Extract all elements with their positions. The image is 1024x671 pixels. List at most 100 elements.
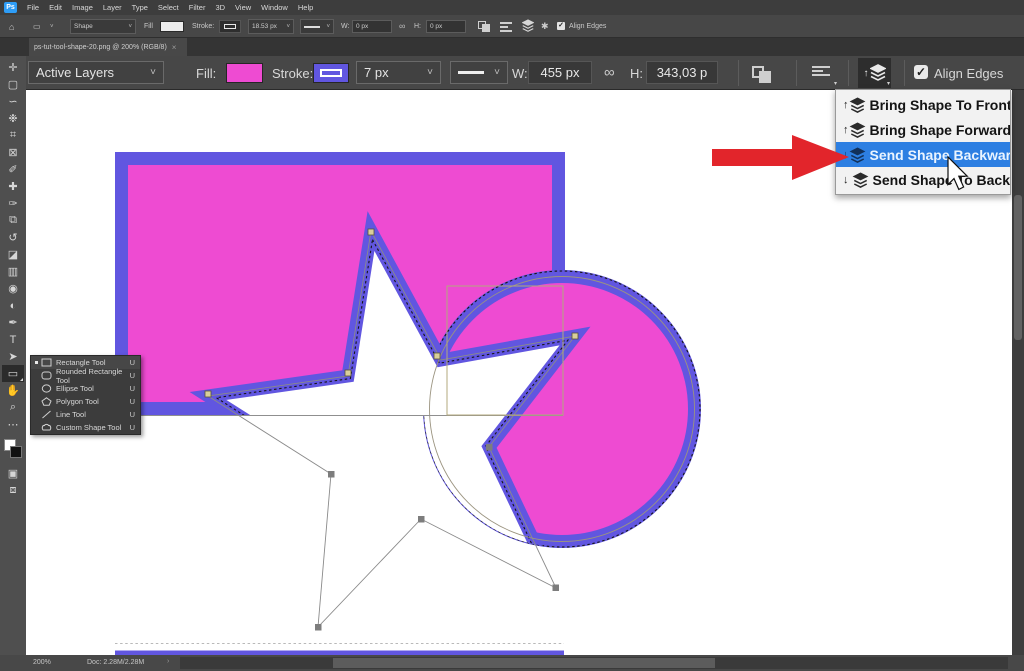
frame-tool[interactable]: ⊠ [2, 144, 24, 161]
menu-item-bring-shape-to-front[interactable]: ↑ Bring Shape To Front [836, 92, 1010, 117]
shortcut-key: U [130, 358, 135, 367]
gradient-tool[interactable]: ▥ [2, 263, 24, 280]
shape-width-field[interactable]: 455 px [528, 61, 592, 84]
stroke-label: Stroke: [272, 66, 313, 81]
quick-mask-button[interactable]: ▣ [2, 465, 24, 482]
menu-item-bring-shape-forward[interactable]: ↑ Bring Shape Forward [836, 117, 1010, 142]
tool-preset-icon[interactable]: ▭ [33, 22, 41, 31]
active-layers-select[interactable]: Active Layers ˅ [28, 61, 164, 84]
menu-layer[interactable]: Layer [103, 3, 122, 12]
color-swatches[interactable] [2, 439, 24, 461]
crop-tool[interactable]: ⌗ [2, 127, 24, 144]
up-arrow-icon: ↑ [864, 68, 869, 79]
chevron-down-icon: ˅ [486, 67, 500, 78]
flyout-polygon-tool[interactable]: Polygon Tool U [31, 395, 140, 408]
stroke-type-select[interactable]: ˅ [300, 19, 334, 34]
flyout-rounded-rectangle-tool[interactable]: Rounded Rectangle Tool U [31, 369, 140, 382]
close-tab-icon[interactable]: × [172, 43, 177, 52]
quick-select-tool[interactable]: ❉ [2, 110, 24, 127]
menu-filter[interactable]: Filter [189, 3, 206, 12]
pen-tool[interactable]: ✒ [2, 314, 24, 331]
menu-3d[interactable]: 3D [215, 3, 225, 12]
menu-type[interactable]: Type [132, 3, 148, 12]
eraser-tool[interactable]: ◪ [2, 246, 24, 263]
path-alignment-icon[interactable] [812, 66, 830, 78]
align-edges-checkbox[interactable]: ✓ [914, 65, 928, 79]
menu-item-send-shape-backward[interactable]: ↓ Send Shape Backward [836, 142, 1010, 167]
arrange-shape-menu: ↑ Bring Shape To Front ↑ Bring Shape For… [835, 89, 1011, 195]
stroke-type-select[interactable]: ˅ [450, 61, 508, 84]
lasso-tool[interactable]: ∽ [2, 93, 24, 110]
flyout-line-tool[interactable]: Line Tool U [31, 408, 140, 421]
stroke-swatch[interactable] [313, 63, 349, 83]
type-tool[interactable]: T [2, 331, 24, 348]
lasso-icon: ∽ [8, 95, 17, 108]
rectangle-tool[interactable]: ▭ [2, 365, 24, 382]
path-arrangement-icon[interactable] [522, 19, 534, 35]
healing-tool[interactable]: ✚ [2, 178, 24, 195]
document-tab[interactable]: ps-tut-tool-shape-20.png @ 200% (RGB/8) … [29, 38, 187, 56]
horizontal-scrollbar[interactable] [180, 657, 1008, 669]
stroke-width-select[interactable]: 18.53 px˅ [248, 19, 294, 34]
more-tools[interactable]: ⋯ [2, 416, 24, 433]
zoom-level[interactable]: 200% [33, 659, 51, 666]
vertical-scrollbar[interactable] [1012, 90, 1024, 655]
hand-tool[interactable]: ✋ [2, 382, 24, 399]
vertical-scrollbar-thumb[interactable] [1014, 195, 1022, 340]
home-icon[interactable]: ⌂ [9, 22, 14, 32]
menu-select[interactable]: Select [158, 3, 179, 12]
horizontal-scrollbar-thumb[interactable] [333, 658, 715, 668]
menu-edit[interactable]: Edit [49, 3, 62, 12]
link-dimensions-icon[interactable]: ∞ [399, 21, 405, 31]
crop-icon: ⌗ [10, 129, 16, 142]
menu-image[interactable]: Image [72, 3, 93, 12]
menu-file[interactable]: File [27, 3, 39, 12]
fill-swatch[interactable] [160, 21, 184, 32]
menu-view[interactable]: View [235, 3, 251, 12]
fill-swatch[interactable] [226, 63, 263, 83]
menu-item-send-shape-to-back[interactable]: ↓ Send Shape To Back [836, 167, 1010, 192]
flyout-item-label: Custom Shape Tool [56, 423, 121, 432]
background-color-swatch[interactable] [10, 446, 22, 458]
line-tool-icon [41, 410, 52, 419]
stroke-width-select[interactable]: 7 px ˅ [356, 61, 441, 84]
active-layers-value: Active Layers [36, 65, 114, 80]
status-chevron-icon[interactable]: › [167, 658, 169, 665]
marquee-tool[interactable]: ▢ [2, 76, 24, 93]
path-select-tool[interactable]: ➤ [2, 348, 24, 365]
document-tab-bar: ps-tut-tool-shape-20.png @ 200% (RGB/8) … [0, 38, 1024, 56]
path-arrangement-button[interactable]: ↑ ▾ [858, 58, 891, 88]
zoom-tool[interactable]: ⌕ [2, 399, 24, 416]
dodge-tool[interactable]: ◐ [2, 297, 24, 314]
path-alignment-icon[interactable] [500, 22, 512, 34]
layer-stack-icon [849, 122, 866, 138]
history-brush-tool[interactable]: ↺ [2, 229, 24, 246]
chevron-down-icon: ˅ [50, 24, 54, 30]
blur-tool[interactable]: ◉ [2, 280, 24, 297]
screen-mode-button[interactable]: ⧈ [2, 482, 24, 499]
link-dimensions-icon[interactable]: ∞ [604, 64, 615, 81]
flyout-ellipse-tool[interactable]: Ellipse Tool U [31, 382, 140, 395]
align-edges-checkbox[interactable]: ✓ [557, 22, 565, 30]
move-tool[interactable]: ✛ [2, 59, 24, 76]
gear-icon[interactable]: ✱ [541, 21, 549, 32]
stroke-swatch[interactable] [219, 20, 241, 33]
line-style-icon [304, 26, 320, 28]
height-label: H: [414, 23, 421, 30]
tool-mode-select[interactable]: Shape˅ [70, 19, 136, 34]
active-tool-bullet [35, 361, 38, 364]
shape-height-field[interactable]: 343,03 p [646, 61, 718, 84]
stroke-style-preview [320, 69, 342, 77]
shape-height-field[interactable]: 0 px [426, 20, 466, 33]
menu-window[interactable]: Window [261, 3, 288, 12]
dodge-icon: ◐ [10, 300, 17, 312]
eyedropper-tool[interactable]: ✐ [2, 161, 24, 178]
brush-tool[interactable]: ✑ [2, 195, 24, 212]
hand-icon: ✋ [6, 384, 20, 397]
clone-stamp-tool[interactable]: ⧉ [2, 212, 24, 229]
shape-width-field[interactable]: 0 px [352, 20, 392, 33]
flyout-item-label: Polygon Tool [56, 397, 99, 406]
rectangle-icon: ▭ [8, 367, 18, 380]
menu-help[interactable]: Help [298, 3, 313, 12]
flyout-custom-shape-tool[interactable]: Custom Shape Tool U [31, 421, 140, 434]
